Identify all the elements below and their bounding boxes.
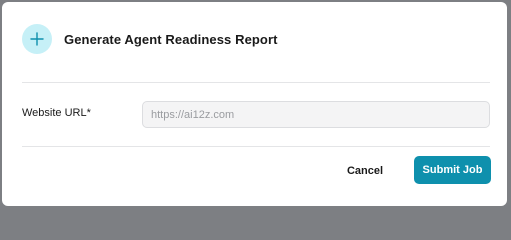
- dialog-header: Generate Agent Readiness Report: [22, 24, 278, 54]
- submit-job-button[interactable]: Submit Job: [414, 156, 491, 184]
- footer-divider: [22, 146, 490, 147]
- website-url-input[interactable]: [142, 101, 490, 128]
- dialog-title: Generate Agent Readiness Report: [64, 31, 278, 47]
- plus-icon: [22, 24, 52, 54]
- generate-report-dialog: Generate Agent Readiness Report Website …: [2, 2, 507, 206]
- cancel-button[interactable]: Cancel: [332, 157, 398, 185]
- header-divider: [22, 82, 490, 83]
- website-url-label: Website URL*: [22, 107, 91, 119]
